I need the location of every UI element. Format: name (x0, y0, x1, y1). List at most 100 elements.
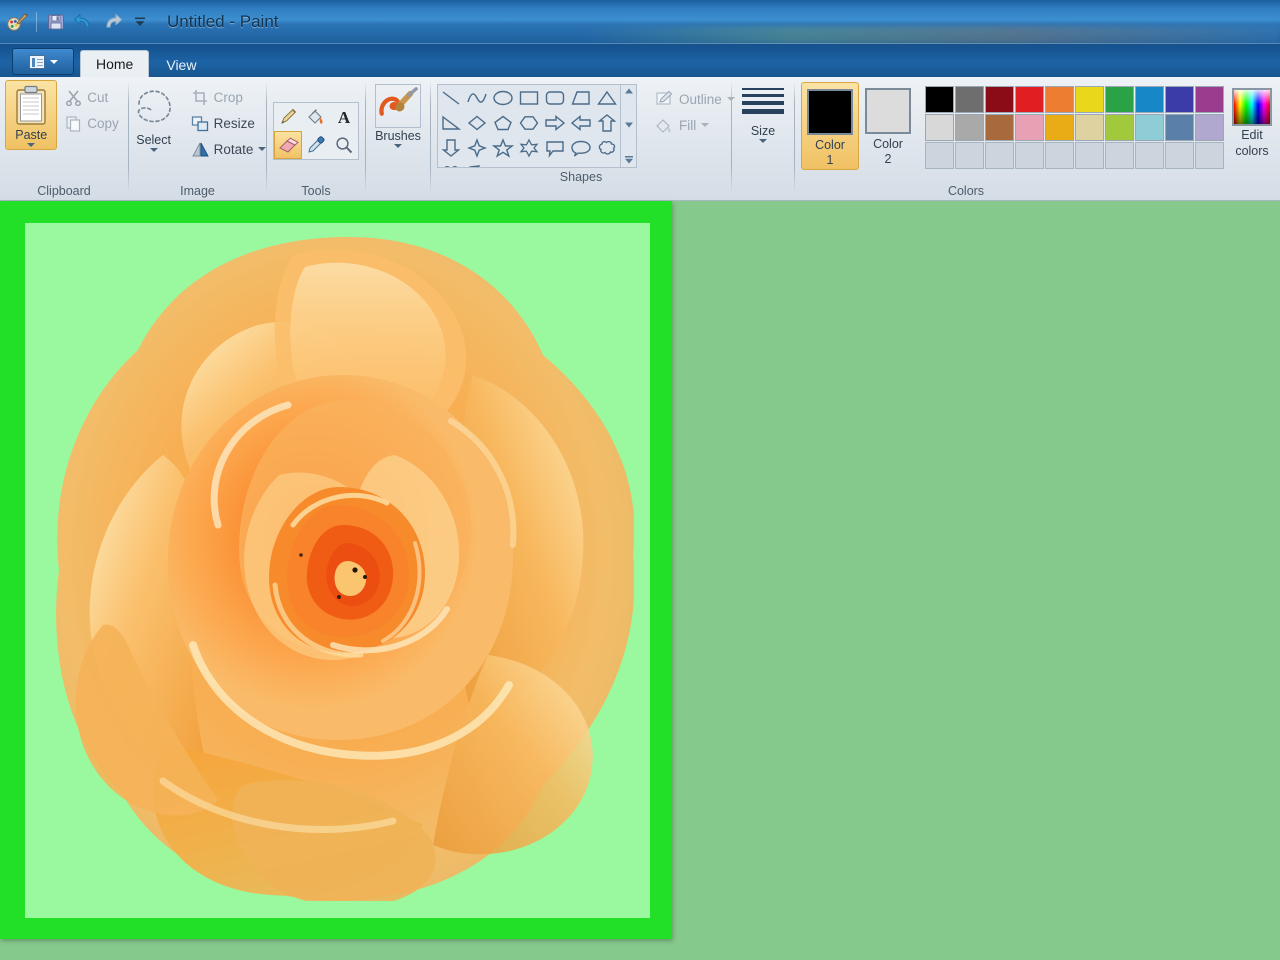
chevron-down-icon[interactable] (394, 144, 402, 148)
palette-swatch-r1-c10[interactable] (1195, 86, 1224, 113)
chevron-down-icon[interactable] (149, 148, 158, 152)
palette-swatch-r1-c4[interactable] (1015, 86, 1044, 113)
palette-empty-slot-r3-c3[interactable] (985, 142, 1014, 169)
color-palette[interactable] (925, 86, 1224, 169)
palette-swatch-r1-c5[interactable] (1045, 86, 1074, 113)
five-point-star-shape[interactable] (490, 135, 516, 160)
six-point-star-shape[interactable] (516, 135, 542, 160)
right-triangle-shape[interactable] (438, 110, 464, 135)
palette-swatch-r1-c6[interactable] (1075, 86, 1104, 113)
eraser-icon[interactable] (274, 131, 302, 159)
shapes-grid[interactable] (437, 84, 621, 168)
quadrilateral-shape[interactable] (568, 85, 594, 110)
heart-shape[interactable] (438, 160, 464, 167)
customize-qat-icon[interactable] (127, 10, 153, 34)
palette-swatch-r2-c4[interactable] (1015, 114, 1044, 141)
rectangle-shape[interactable] (516, 85, 542, 110)
rotate-button[interactable]: Rotate (187, 138, 271, 160)
color-1-swatch (807, 89, 853, 135)
left-arrow-shape[interactable] (568, 110, 594, 135)
down-arrow-shape[interactable] (438, 135, 464, 160)
pentagon-shape[interactable] (490, 110, 516, 135)
palette-swatch-r2-c9[interactable] (1165, 114, 1194, 141)
shapes-gallery[interactable] (437, 84, 637, 168)
hexagon-shape[interactable] (516, 110, 542, 135)
chevron-down-icon[interactable] (759, 139, 767, 143)
palette-empty-slot-r3-c4[interactable] (1015, 142, 1044, 169)
palette-empty-slot-r3-c1[interactable] (925, 142, 954, 169)
canvas-green-frame[interactable] (0, 201, 672, 939)
quick-access-toolbar[interactable] (4, 8, 153, 36)
colors-group-label: Colors (947, 184, 985, 198)
palette-swatch-r2-c8[interactable] (1135, 114, 1164, 141)
copy-button[interactable]: Copy (61, 112, 123, 134)
palette-swatch-r1-c1[interactable] (925, 86, 954, 113)
crop-button[interactable]: Crop (187, 86, 271, 108)
palette-swatch-r1-c9[interactable] (1165, 86, 1194, 113)
palette-swatch-r2-c2[interactable] (955, 114, 984, 141)
oval-shape[interactable] (490, 85, 516, 110)
palette-swatch-r2-c1[interactable] (925, 114, 954, 141)
paint-menu-button[interactable] (12, 48, 74, 75)
tab-home[interactable]: Home (80, 50, 150, 77)
color-picker-icon[interactable] (302, 131, 330, 159)
four-point-star-shape[interactable] (464, 135, 490, 160)
resize-button[interactable]: Resize (187, 112, 271, 134)
palette-empty-slot-r3-c8[interactable] (1135, 142, 1164, 169)
paint-canvas[interactable] (25, 223, 650, 918)
tab-view[interactable]: View (151, 52, 211, 77)
palette-empty-slot-r3-c7[interactable] (1105, 142, 1134, 169)
paint-app-icon[interactable] (4, 10, 30, 34)
size-button[interactable]: Size (734, 80, 792, 145)
cut-button[interactable]: Cut (61, 86, 123, 108)
color-1-button[interactable]: Color 1 (801, 82, 859, 170)
pencil-icon[interactable] (274, 103, 302, 131)
rounded-callout-shape[interactable] (568, 135, 594, 160)
palette-swatch-r1-c3[interactable] (985, 86, 1014, 113)
up-arrow-shape[interactable] (594, 110, 620, 135)
paste-button[interactable]: Paste (5, 80, 58, 150)
lightning-shape[interactable] (464, 160, 490, 167)
palette-empty-slot-r3-c5[interactable] (1045, 142, 1074, 169)
palette-empty-slot-r3-c2[interactable] (955, 142, 984, 169)
magnifier-icon[interactable] (330, 131, 358, 159)
chevron-down-icon[interactable] (258, 147, 267, 151)
scroll-expand-icon[interactable] (624, 155, 634, 165)
triangle-shape[interactable] (594, 85, 620, 110)
fill-button[interactable]: Fill (651, 114, 739, 136)
line-shape[interactable] (438, 85, 464, 110)
scroll-up-icon[interactable] (624, 87, 634, 95)
right-arrow-shape[interactable] (542, 110, 568, 135)
color-2-button[interactable]: Color 2 (859, 82, 917, 168)
tools-grid[interactable]: A (273, 102, 359, 160)
palette-swatch-r2-c7[interactable] (1105, 114, 1134, 141)
clipboard-commands: Cut Copy (61, 80, 123, 134)
palette-swatch-r2-c6[interactable] (1075, 114, 1104, 141)
diamond-shape[interactable] (464, 110, 490, 135)
palette-empty-slot-r3-c9[interactable] (1165, 142, 1194, 169)
palette-swatch-r1-c2[interactable] (955, 86, 984, 113)
chevron-down-icon[interactable] (27, 143, 36, 147)
curve-shape[interactable] (464, 85, 490, 110)
palette-swatch-r1-c8[interactable] (1135, 86, 1164, 113)
outline-button[interactable]: Outline (651, 88, 739, 110)
palette-swatch-r2-c10[interactable] (1195, 114, 1224, 141)
fill-with-color-icon[interactable] (302, 103, 330, 131)
edit-colors-button[interactable]: Edit colors (1224, 82, 1272, 158)
select-button[interactable]: Select (125, 80, 183, 154)
text-icon[interactable]: A (330, 103, 358, 131)
rounded-rectangle-shape[interactable] (542, 85, 568, 110)
palette-swatch-r1-c7[interactable] (1105, 86, 1134, 113)
rectangular-callout-shape[interactable] (542, 135, 568, 160)
scroll-down-icon[interactable] (624, 121, 634, 129)
palette-swatch-r2-c5[interactable] (1045, 114, 1074, 141)
cloud-callout-shape[interactable] (594, 135, 620, 160)
palette-empty-slot-r3-c6[interactable] (1075, 142, 1104, 169)
palette-empty-slot-r3-c10[interactable] (1195, 142, 1224, 169)
shapes-scrollbar[interactable] (621, 84, 637, 168)
palette-swatch-r2-c3[interactable] (985, 114, 1014, 141)
save-icon[interactable] (43, 10, 69, 34)
chevron-down-icon[interactable] (701, 123, 710, 127)
brushes-button[interactable]: Brushes (367, 80, 429, 150)
undo-icon[interactable] (71, 10, 97, 34)
